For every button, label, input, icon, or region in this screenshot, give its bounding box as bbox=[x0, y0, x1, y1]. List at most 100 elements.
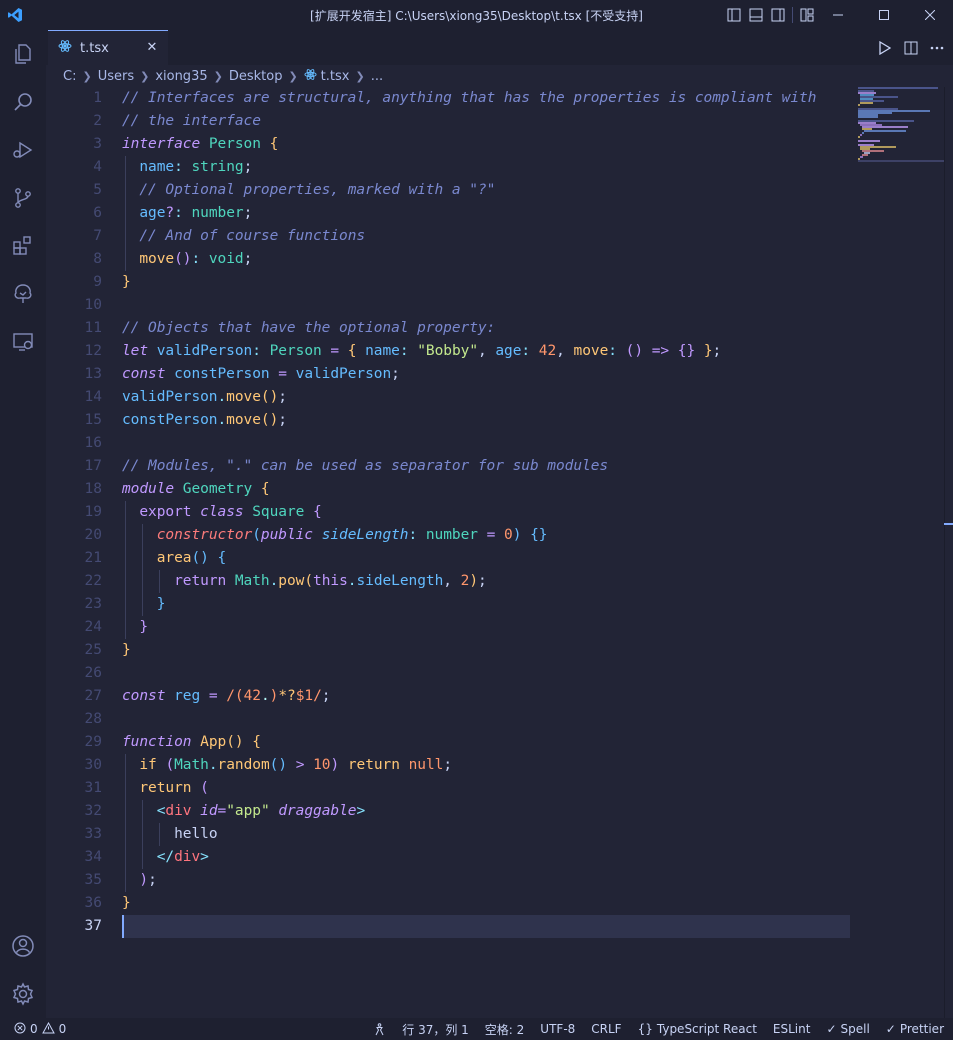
minimize-icon[interactable] bbox=[815, 0, 861, 30]
explorer-icon[interactable] bbox=[0, 30, 46, 78]
code-line-9: } bbox=[122, 274, 131, 290]
breadcrumb-desktop[interactable]: Desktop bbox=[229, 69, 283, 84]
line-number[interactable]: 27 bbox=[62, 685, 102, 708]
line-number[interactable]: 36 bbox=[62, 892, 102, 915]
end-of-line[interactable]: CRLF bbox=[591, 1022, 621, 1036]
toggle-primary-sidebar-icon[interactable] bbox=[726, 7, 742, 23]
minimap[interactable] bbox=[858, 87, 944, 163]
code-line-4: name: string; bbox=[139, 159, 253, 175]
line-number[interactable]: 13 bbox=[62, 363, 102, 386]
line-number[interactable]: 32 bbox=[62, 800, 102, 823]
line-number[interactable]: 1 bbox=[62, 87, 102, 110]
line-number[interactable]: 35 bbox=[62, 869, 102, 892]
split-editor-icon[interactable] bbox=[903, 40, 919, 56]
run-icon[interactable] bbox=[877, 40, 893, 56]
accessibility-icon[interactable] bbox=[373, 1022, 386, 1036]
code-line-11: // Objects that have the optional proper… bbox=[122, 320, 496, 336]
cursor-position[interactable]: 行 37，列 1 bbox=[402, 1021, 469, 1038]
code-line-29: function App() { bbox=[122, 734, 261, 750]
line-number[interactable]: 26 bbox=[62, 662, 102, 685]
toggle-panel-icon[interactable] bbox=[748, 7, 764, 23]
code-line-5: // Optional properties, marked with a "?… bbox=[139, 182, 496, 198]
language-label: TypeScript React bbox=[656, 1022, 757, 1036]
line-number[interactable]: 2 bbox=[62, 110, 102, 133]
line-number[interactable]: 16 bbox=[62, 432, 102, 455]
remote-explorer-icon[interactable] bbox=[0, 318, 46, 366]
tree-icon[interactable] bbox=[0, 270, 46, 318]
tab-t-tsx[interactable]: t.tsx ✕ bbox=[48, 30, 168, 65]
line-number[interactable]: 8 bbox=[62, 248, 102, 271]
breadcrumb-symbol[interactable]: ... bbox=[371, 69, 383, 84]
line-number[interactable]: 12 bbox=[62, 340, 102, 363]
settings-gear-icon[interactable] bbox=[0, 970, 46, 1018]
chevron-right-icon: ❯ bbox=[140, 69, 150, 83]
line-number[interactable]: 22 bbox=[62, 570, 102, 593]
chevron-right-icon: ❯ bbox=[355, 69, 365, 83]
line-number[interactable]: 34 bbox=[62, 846, 102, 869]
source-control-icon[interactable] bbox=[0, 174, 46, 222]
tab-bar: t.tsx ✕ bbox=[46, 30, 953, 65]
line-number[interactable]: 3 bbox=[62, 133, 102, 156]
vertical-scrollbar[interactable] bbox=[944, 87, 953, 1018]
code-line-21: area() { bbox=[156, 550, 227, 566]
code-line-23: } bbox=[156, 596, 166, 612]
line-number[interactable]: 25 bbox=[62, 639, 102, 662]
line-number[interactable]: 15 bbox=[62, 409, 102, 432]
search-icon[interactable] bbox=[0, 78, 46, 126]
maximize-icon[interactable] bbox=[861, 0, 907, 30]
customize-layout-icon[interactable] bbox=[799, 7, 815, 23]
line-number[interactable]: 5 bbox=[62, 179, 102, 202]
line-number[interactable]: 6 bbox=[62, 202, 102, 225]
prettier-status[interactable]: ✓ Prettier bbox=[886, 1022, 944, 1036]
encoding[interactable]: UTF-8 bbox=[540, 1022, 575, 1036]
line-number[interactable]: 29 bbox=[62, 731, 102, 754]
close-window-icon[interactable] bbox=[907, 0, 953, 30]
line-number[interactable]: 20 bbox=[62, 524, 102, 547]
check-icon: ✓ bbox=[826, 1022, 837, 1036]
line-number[interactable]: 18 bbox=[62, 478, 102, 501]
eslint-status[interactable]: ESLint bbox=[773, 1022, 811, 1036]
breadcrumb-users[interactable]: Users bbox=[98, 69, 134, 84]
line-number[interactable]: 10 bbox=[62, 294, 102, 317]
breadcrumb-file[interactable]: t.tsx bbox=[321, 69, 350, 84]
indentation[interactable]: 空格: 2 bbox=[485, 1021, 525, 1038]
line-number[interactable]: 9 bbox=[62, 271, 102, 294]
line-number[interactable]: 11 bbox=[62, 317, 102, 340]
line-number[interactable]: 19 bbox=[62, 501, 102, 524]
line-number[interactable]: 31 bbox=[62, 777, 102, 800]
code-line-17: // Modules, "." can be used as separator… bbox=[122, 458, 609, 474]
run-debug-icon[interactable] bbox=[0, 126, 46, 174]
line-number[interactable]: 37 bbox=[62, 915, 102, 938]
line-number[interactable]: 28 bbox=[62, 708, 102, 731]
language-mode[interactable]: {} TypeScript React bbox=[638, 1022, 757, 1036]
line-number[interactable]: 17 bbox=[62, 455, 102, 478]
line-number[interactable]: 23 bbox=[62, 593, 102, 616]
breadcrumb-user[interactable]: xiong35 bbox=[155, 69, 207, 84]
spell-status[interactable]: ✓ Spell bbox=[826, 1022, 869, 1036]
account-icon[interactable] bbox=[0, 922, 46, 970]
status-bar: 0 0 行 37，列 1 空格: 2 UTF-8 CRLF {} TypeScr… bbox=[0, 1018, 953, 1040]
code-line-34: </div> bbox=[156, 849, 209, 865]
toggle-secondary-sidebar-icon[interactable] bbox=[770, 7, 786, 23]
chevron-right-icon: ❯ bbox=[213, 69, 223, 83]
problems-indicator[interactable]: 0 0 bbox=[14, 1021, 66, 1037]
line-number[interactable]: 4 bbox=[62, 156, 102, 179]
line-number[interactable]: 33 bbox=[62, 823, 102, 846]
line-number[interactable]: 7 bbox=[62, 225, 102, 248]
line-number[interactable]: 30 bbox=[62, 754, 102, 777]
code-line-14: validPerson.move(); bbox=[122, 389, 287, 405]
line-number[interactable]: 24 bbox=[62, 616, 102, 639]
error-count: 0 bbox=[30, 1022, 38, 1036]
close-tab-icon[interactable]: ✕ bbox=[144, 39, 160, 55]
extensions-icon[interactable] bbox=[0, 222, 46, 270]
code-line-3: interface Person { bbox=[122, 136, 279, 152]
code-line-8: move(): void; bbox=[139, 251, 253, 267]
divider bbox=[792, 7, 793, 23]
tab-label: t.tsx bbox=[80, 40, 109, 56]
line-number[interactable]: 21 bbox=[62, 547, 102, 570]
breadcrumb-drive[interactable]: C: bbox=[63, 69, 76, 84]
code-line-25: } bbox=[122, 642, 131, 658]
code-editor[interactable]: 1 2 3 4 5 6 7 8 9 10 11 12 13 14 15 16 17 18 19 20 21 22 23 24 2… bbox=[46, 87, 953, 1018]
line-number[interactable]: 14 bbox=[62, 386, 102, 409]
more-actions-icon[interactable] bbox=[929, 40, 945, 56]
